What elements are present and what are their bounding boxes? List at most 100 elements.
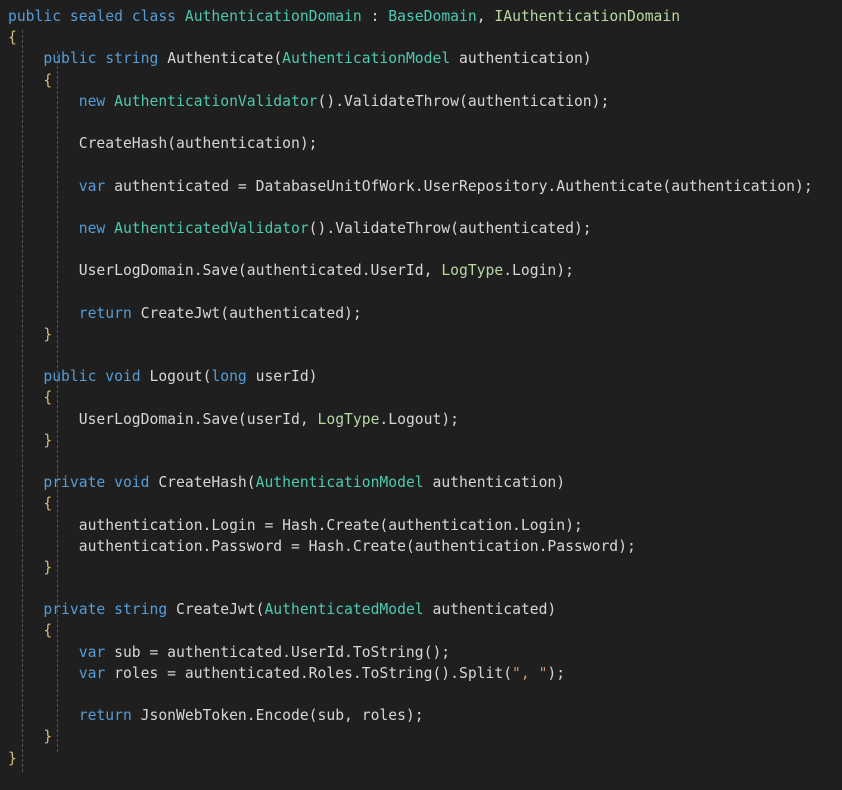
code-token: AuthenticationModel [282,50,451,68]
code-token: CreateHash [158,474,247,492]
code-line: } [0,726,842,747]
code-line: new AuthenticationValidator().ValidateTh… [0,91,842,112]
code-token: { [43,389,53,407]
code-token: AuthenticatedValidator [114,219,309,237]
code-token: Logout [149,368,203,386]
code-token: ().ValidateThrow(authentication); [317,92,610,110]
code-token: class [131,8,185,25]
code-token: AuthenticationModel [255,474,424,492]
code-line: } [0,557,842,578]
code-token: } [43,431,53,449]
code-token: AuthenticatedModel [264,601,424,619]
code-token: AuthenticationValidator [114,92,318,110]
code-token: CreateJwt(authenticated); [140,304,362,322]
code-token: authenticated = DatabaseUnitOfWork.UserR… [114,177,813,195]
code-line: public void Logout(long userId) [0,366,842,387]
code-line: authentication.Login = Hash.Create(authe… [0,515,842,536]
code-token: void [105,368,150,386]
code-token: IAuthenticationDomain [494,8,681,25]
code-line: } [0,324,842,345]
code-token: sub = authenticated.UserId.ToString(); [114,643,451,661]
code-line: } [0,430,842,451]
code-line: return JsonWebToken.Encode(sub, roles); [0,705,842,726]
code-token: return [78,304,141,322]
code-line: var roles = authenticated.Roles.ToString… [0,663,842,684]
code-token: BaseDomain [388,8,477,25]
code-token: sealed [69,8,132,25]
code-line: UserLogDomain.Save(userId, LogType.Logou… [0,409,842,430]
code-token: new [78,92,115,110]
code-token: UserLogDomain.Save(userId, [78,410,318,428]
code-token: var [78,643,115,661]
code-editor-surface[interactable]: public sealed class AuthenticationDomain… [0,0,842,790]
code-token: private [43,474,115,492]
code-token: roles = authenticated.Roles.ToString().S… [114,664,513,682]
code-token: ().ValidateThrow(authenticated); [308,219,592,237]
code-content[interactable]: public sealed class AuthenticationDomain… [0,6,842,769]
code-token: ( [273,50,283,68]
code-token: Authenticate [167,50,274,68]
code-line: var authenticated = DatabaseUnitOfWork.U… [0,176,842,197]
code-token: void [114,474,159,492]
code-token: private [43,601,115,619]
code-line: } [0,748,842,769]
code-token: string [114,601,177,619]
code-token: .Logout); [379,410,460,428]
code-line: { [0,387,842,408]
code-line: { [0,27,842,48]
code-token: authentication) [450,50,592,68]
code-line: public sealed class AuthenticationDomain… [0,6,842,27]
code-line: { [0,493,842,514]
code-line: CreateHash(authentication); [0,133,842,154]
code-token: public [43,50,106,68]
code-token: long [211,368,247,386]
code-line: { [0,70,842,91]
code-token: public [43,368,106,386]
code-token: { [43,71,53,89]
code-token: .Login); [503,262,574,280]
code-token: return [78,707,141,725]
code-token: CreateJwt [176,601,256,619]
code-token: : [361,8,389,25]
code-token: { [43,622,53,640]
code-token: LogType [441,262,504,280]
code-token: } [43,558,53,576]
code-token: { [43,495,53,513]
code-token: authenticated) [423,601,557,619]
code-token: public [8,8,70,25]
code-token: var [78,664,115,682]
code-line: var sub = authenticated.UserId.ToString(… [0,642,842,663]
code-token: ( [246,474,256,492]
code-line: return CreateJwt(authenticated); [0,303,842,324]
code-token: ); [547,664,566,682]
code-line: UserLogDomain.Save(authenticated.UserId,… [0,260,842,281]
code-line: { [0,620,842,641]
